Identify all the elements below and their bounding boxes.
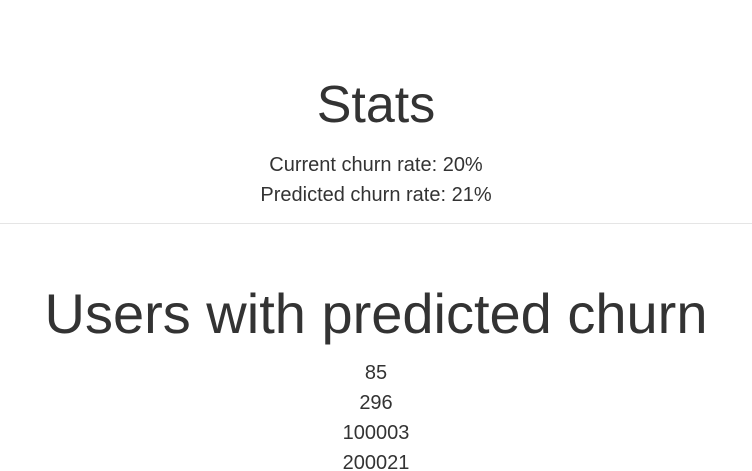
users-title: Users with predicted churn <box>44 282 708 345</box>
current-churn-rate: Current churn rate: 20% <box>269 154 483 176</box>
list-item: 296 <box>359 392 393 414</box>
users-section: Users with predicted churn 85 296 100003… <box>0 224 752 471</box>
predicted-churn-rate: Predicted churn rate: 21% <box>260 184 492 206</box>
stats-section: Stats Current churn rate: 20% Predicted … <box>0 0 752 224</box>
list-item: 85 <box>364 362 388 384</box>
user-list: 85 296 100003 200021 <box>0 358 752 471</box>
list-item: 200021 <box>342 452 410 471</box>
stats-title: Stats <box>316 76 436 134</box>
list-item: 100003 <box>342 422 410 444</box>
